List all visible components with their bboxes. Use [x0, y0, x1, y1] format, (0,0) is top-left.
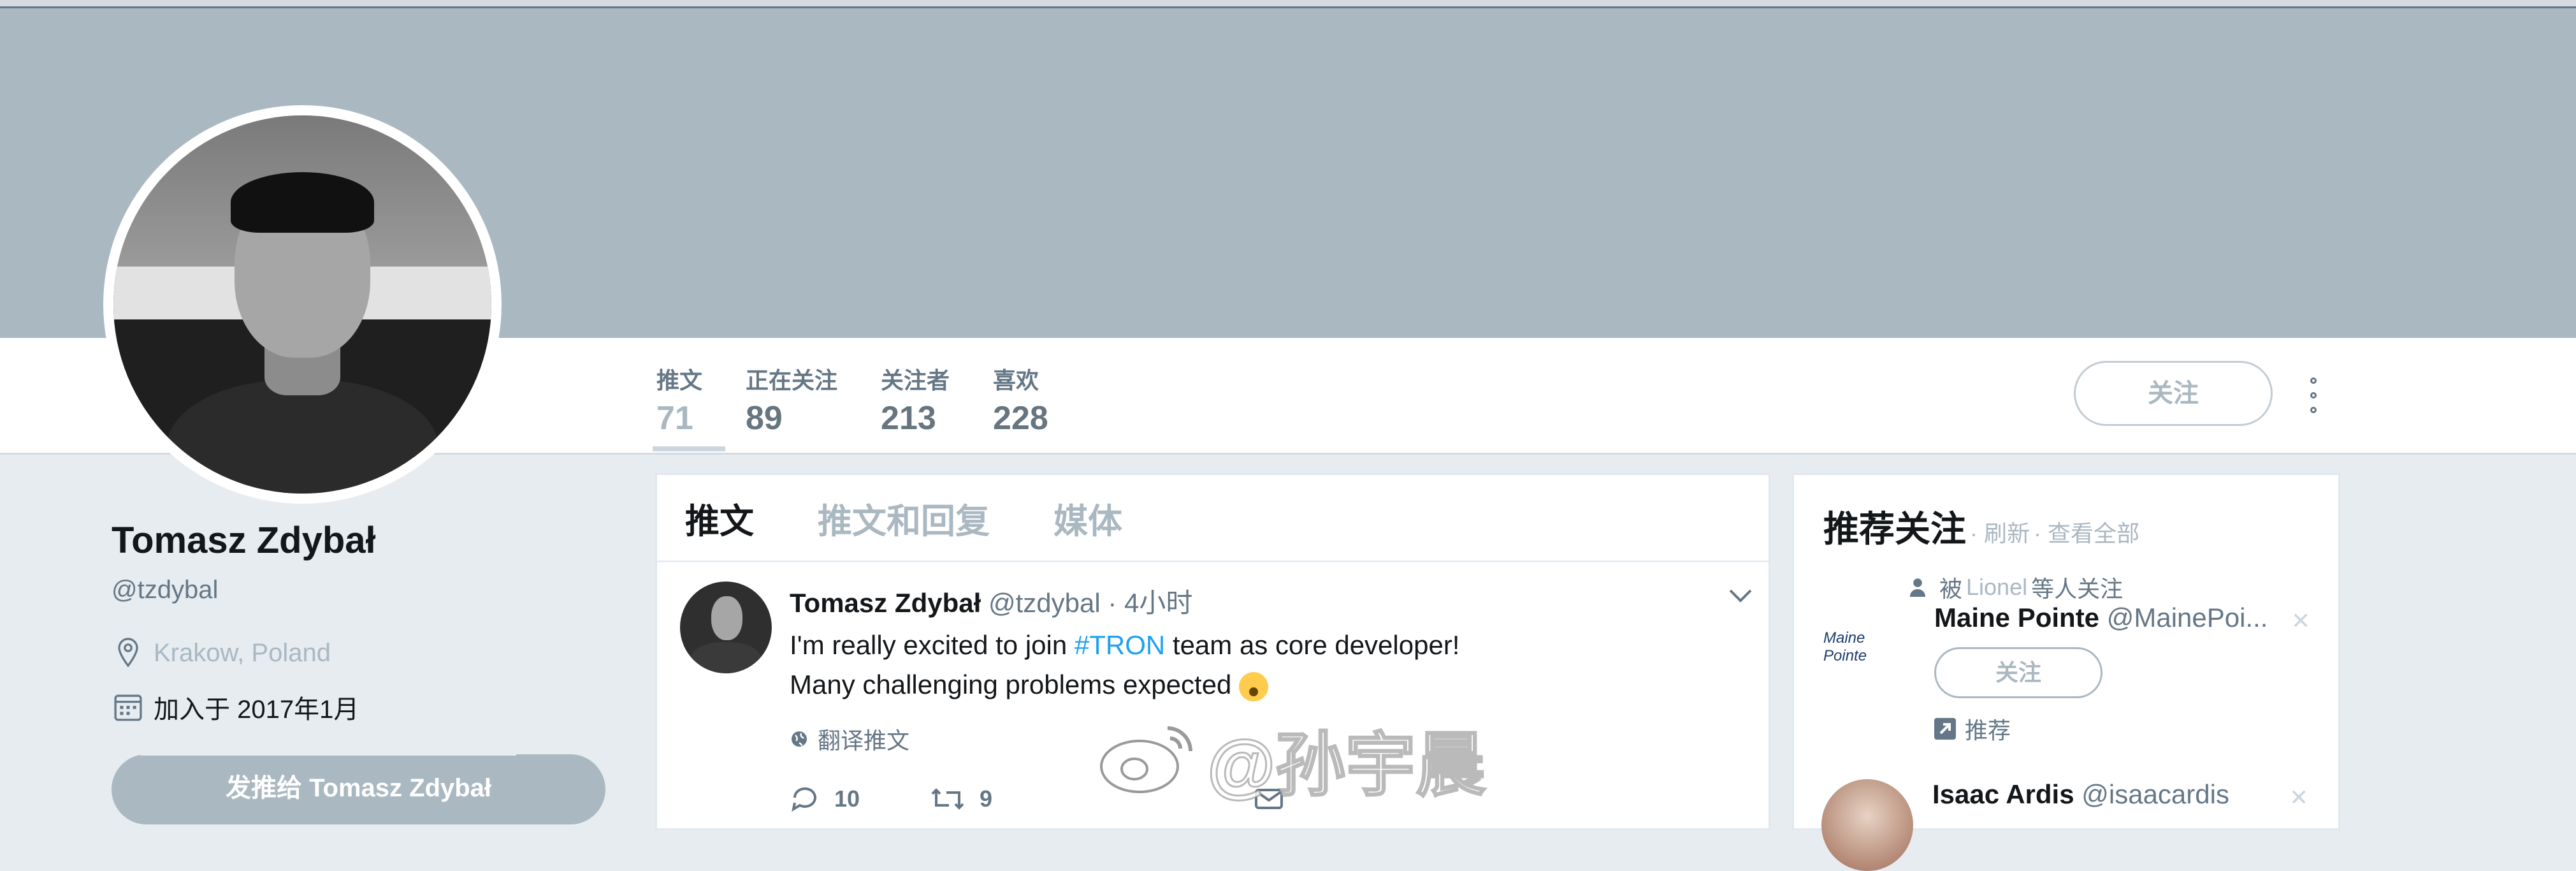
tweet-avatar[interactable]: [680, 582, 772, 673]
stat-followers[interactable]: 关注者 213: [859, 357, 971, 451]
suggested-follow-button[interactable]: 关注: [1934, 647, 2102, 698]
stat-label: 关注者: [881, 367, 950, 393]
retweet-action[interactable]: 9: [930, 785, 992, 813]
reply-action[interactable]: 10: [790, 785, 860, 813]
suggested-account[interactable]: Isaac Ardis @isaacardis: [1932, 779, 2229, 810]
dismiss-icon[interactable]: ✕: [2291, 608, 2310, 634]
tweet-text-part: team as core developer!: [1165, 630, 1460, 660]
tweet-text-part: I'm really excited to join: [790, 630, 1075, 660]
suggestion-divider: [140, 754, 516, 756]
weibo-logo-icon: [1100, 726, 1192, 793]
calendar-icon: [112, 691, 145, 724]
maine-pointe-logo[interactable]: Maine Pointe: [1823, 629, 1913, 665]
tweet-author-handle[interactable]: @tzdybal: [988, 588, 1101, 618]
profile-location: Krakow, Poland: [112, 636, 621, 670]
retweet-count: 9: [980, 786, 993, 812]
tab-media[interactable]: 媒体: [1053, 493, 1122, 543]
suggested-name[interactable]: Maine Pointe: [1934, 603, 2099, 633]
profile-stats: 推文 71 正在关注 89 关注者 213 喜欢 228: [652, 357, 1070, 451]
more-options-icon[interactable]: [2307, 377, 2320, 413]
profile-handle: @tzdybal: [112, 576, 219, 604]
profile-sidebar: Tomasz Zdybał @tzdybal Krakow, Poland 加入…: [112, 510, 621, 726]
profile-avatar[interactable]: [103, 105, 502, 504]
translate-label: 翻译推文: [818, 728, 910, 754]
avatar-photo: [113, 115, 491, 494]
watermark-text: @孙宇晨: [1206, 726, 1486, 806]
hashtag-link[interactable]: #TRON: [1075, 630, 1165, 660]
stat-value: 213: [881, 400, 936, 437]
stat-value: 89: [746, 400, 783, 437]
tab-tweets[interactable]: 推文: [685, 493, 754, 543]
stat-label: 推文: [656, 367, 703, 393]
stat-following[interactable]: 正在关注 89: [724, 357, 859, 451]
tweet-text: I'm really excited to join #TRON team as…: [790, 626, 1769, 705]
follow-button[interactable]: 关注: [2074, 361, 2273, 426]
stat-label: 正在关注: [746, 367, 838, 393]
view-all-link[interactable]: · 查看全部: [2034, 515, 2139, 548]
astonished-emoji-icon: [1239, 671, 1269, 701]
retweet-icon: [931, 788, 964, 810]
followed-by-suffix: 等人关注: [2031, 576, 2124, 602]
promoted-text: 推荐: [1965, 717, 2011, 743]
stat-value: 71: [656, 400, 693, 437]
suggestion-item[interactable]: 被 Lionel 等人关注 Maine Pointe Maine Pointe …: [1794, 571, 2338, 762]
person-icon: [1910, 578, 1925, 597]
suggested-handle[interactable]: @isaacardis: [2081, 779, 2229, 809]
who-to-follow-title: 推荐关注: [1823, 509, 1966, 549]
weibo-watermark: @孙宇晨: [1096, 708, 1487, 810]
followed-by-prefix: 被: [1939, 576, 1963, 602]
stat-tweets[interactable]: 推文 71: [652, 357, 726, 451]
tweet-timestamp[interactable]: · 4小时: [1108, 588, 1192, 618]
tweet-to-button[interactable]: 发推给 Tomasz Zdybał: [112, 754, 605, 824]
suggested-avatar[interactable]: [1821, 779, 1913, 871]
reply-count: 10: [834, 786, 860, 812]
suggested-account[interactable]: Maine Pointe @MainePoi...: [1934, 603, 2268, 633]
suggested-handle[interactable]: @MainePoi...: [2107, 603, 2268, 633]
dismiss-icon[interactable]: ✕: [2289, 784, 2308, 811]
tweet-author-name[interactable]: Tomasz Zdybał: [790, 588, 981, 618]
tweet-text-part: Many challenging problems expected: [790, 670, 1232, 699]
stat-likes[interactable]: 喜欢 228: [971, 357, 1070, 451]
followed-by-context: 被 Lionel 等人关注: [1909, 571, 2123, 604]
reply-icon: [792, 787, 816, 812]
who-to-follow: 推荐关注 · 刷新 · 查看全部 被 Lionel 等人关注 Maine Poi…: [1792, 473, 2340, 830]
refresh-link[interactable]: · 刷新: [1970, 515, 2030, 548]
profile-name: Tomasz Zdybał: [112, 520, 376, 561]
suggested-name[interactable]: Isaac Ardis: [1932, 779, 2074, 809]
stat-value: 228: [993, 400, 1048, 437]
globe-icon: [790, 729, 809, 749]
followed-by-user-link[interactable]: Lionel: [1966, 574, 2027, 601]
profile-joined: 加入于 2017年1月: [112, 689, 621, 726]
chevron-down-icon[interactable]: [1728, 588, 1753, 606]
location-text[interactable]: Krakow, Poland: [154, 639, 331, 668]
stat-label: 喜欢: [993, 367, 1039, 393]
location-pin-icon: [112, 636, 145, 670]
timeline-tabs: 推文 推文和回复 媒体: [657, 475, 1769, 562]
promoted-label: 推荐: [1934, 712, 2011, 745]
top-bar: [0, 0, 2576, 8]
joined-text: 加入于 2017年1月: [154, 696, 359, 724]
tab-tweets-and-replies[interactable]: 推文和回复: [818, 493, 990, 543]
promoted-arrow-icon: [1934, 718, 1956, 740]
